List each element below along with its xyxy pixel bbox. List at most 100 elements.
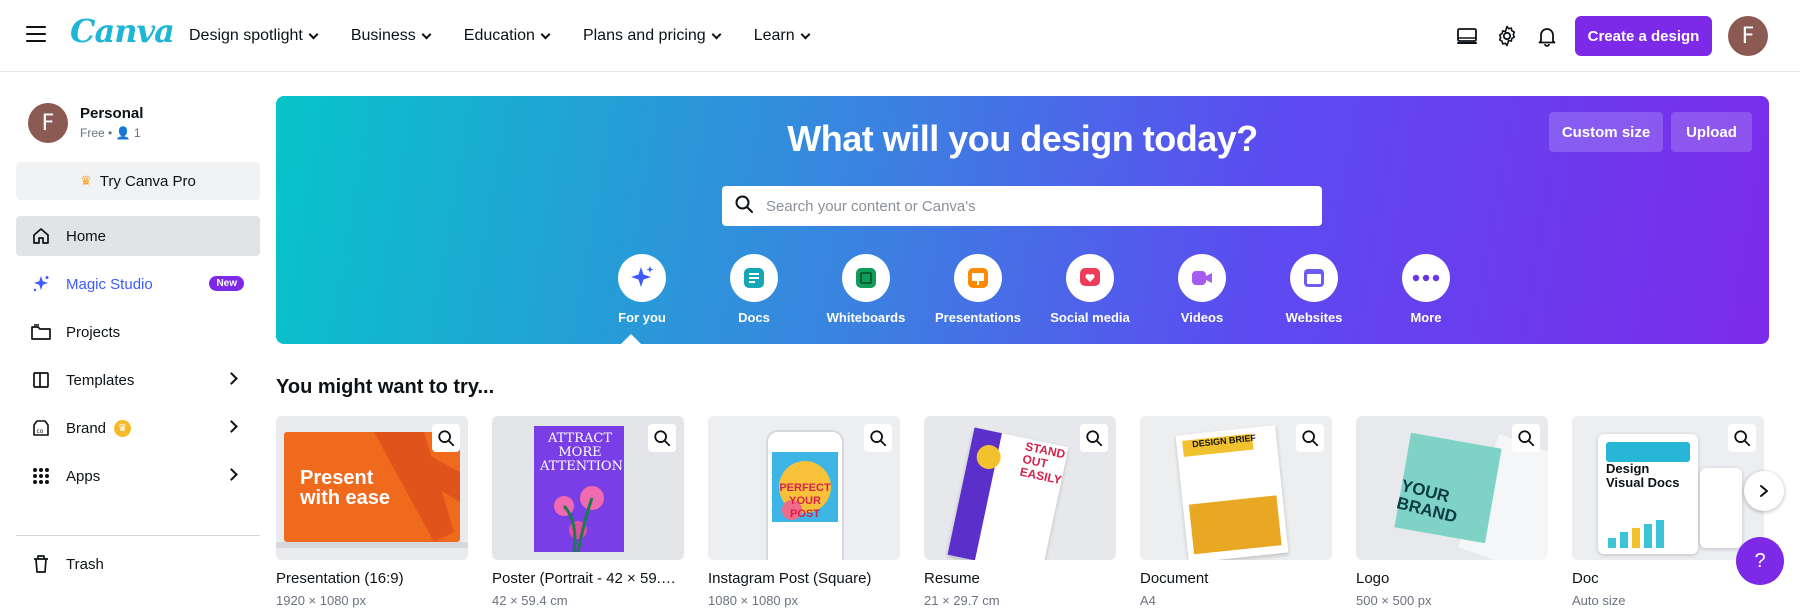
nav-plans-pricing[interactable]: Plans and pricing xyxy=(583,27,736,45)
chevron-right-icon xyxy=(225,468,238,481)
search-icon[interactable] xyxy=(1080,424,1108,452)
desktop-icon[interactable] xyxy=(1455,24,1479,48)
chevron-right-icon xyxy=(1760,485,1768,497)
card-thumbnail[interactable]: STAND OUT EASILY xyxy=(924,416,1116,560)
design-card-presentation[interactable]: Present with ease Presentation (16:9) 19… xyxy=(276,416,468,608)
card-thumbnail[interactable]: DESIGN BRIEF xyxy=(1140,416,1332,560)
whiteboard-icon xyxy=(842,254,890,302)
try-canva-pro-button[interactable]: ♛ Try Canva Pro xyxy=(16,162,260,200)
trash-icon xyxy=(30,553,52,575)
thumb-text: PERFECT YOUR POST xyxy=(779,482,831,520)
category-label: Whiteboards xyxy=(826,310,906,325)
card-title: Document xyxy=(1140,570,1209,587)
account-plan: Free • 👤 1 xyxy=(80,126,141,140)
card-title: Logo xyxy=(1356,570,1390,587)
category-for-you[interactable]: For you xyxy=(586,254,698,325)
design-card-document[interactable]: DESIGN BRIEF Document A4 xyxy=(1140,416,1332,608)
new-badge: New xyxy=(209,276,244,291)
category-label: Docs xyxy=(738,310,770,325)
category-label: Videos xyxy=(1180,310,1224,325)
brand-icon: co xyxy=(30,417,52,439)
sidebar-item-brand[interactable]: co Brand ♛ xyxy=(16,408,260,448)
account-switcher[interactable]: F Personal Free • 👤 1 xyxy=(28,103,143,143)
help-button[interactable]: ? xyxy=(1736,537,1784,585)
nav-education[interactable]: Education xyxy=(464,27,565,45)
sidebar-item-label: Trash xyxy=(66,555,104,573)
search-icon[interactable] xyxy=(864,424,892,452)
nav-design-spotlight[interactable]: Design spotlight xyxy=(189,27,333,45)
card-thumbnail[interactable]: YOUR BRAND xyxy=(1356,416,1548,560)
search-icon[interactable] xyxy=(1512,424,1540,452)
sidebar-item-projects[interactable]: Projects xyxy=(16,312,260,352)
category-docs[interactable]: Docs xyxy=(698,254,810,325)
card-thumbnail[interactable]: PERFECT YOUR POST xyxy=(708,416,900,560)
nav-label: Plans and pricing xyxy=(582,27,706,44)
design-card-doc[interactable]: Design Visual Docs Doc Auto size xyxy=(1572,416,1764,608)
menu-icon[interactable] xyxy=(26,26,46,46)
plan-label: Free xyxy=(80,126,105,140)
bell-icon[interactable] xyxy=(1535,24,1559,48)
card-thumbnail[interactable]: Design Visual Docs xyxy=(1572,416,1764,560)
create-design-button[interactable]: Create a design xyxy=(1575,16,1712,56)
sidebar-item-templates[interactable]: Templates xyxy=(16,360,260,400)
search-icon[interactable] xyxy=(1728,424,1756,452)
sidebar-item-label: Templates xyxy=(66,371,135,389)
upload-button[interactable]: Upload xyxy=(1671,112,1752,152)
chevron-right-icon xyxy=(225,420,238,433)
card-size: 42 × 59.4 cm xyxy=(492,593,568,608)
thumb-text: Present with ease xyxy=(300,467,391,509)
card-size: 1920 × 1080 px xyxy=(276,593,366,608)
design-card-poster[interactable]: ATTRACT MORE ATTENTION Poster (Portrait … xyxy=(492,416,684,608)
category-label: More xyxy=(1410,310,1442,325)
category-more[interactable]: More xyxy=(1370,254,1482,325)
gear-icon[interactable] xyxy=(1495,24,1519,48)
card-size: A4 xyxy=(1140,593,1156,608)
website-icon xyxy=(1290,254,1338,302)
category-social-media[interactable]: Social media xyxy=(1034,254,1146,325)
nav-label: Education xyxy=(463,27,535,44)
design-card-instagram-post[interactable]: PERFECT YOUR POST Instagram Post (Square… xyxy=(708,416,900,608)
custom-size-button[interactable]: Custom size xyxy=(1549,112,1663,152)
chevron-down-icon xyxy=(421,29,432,39)
crown-icon: ♛ xyxy=(80,173,92,188)
design-card-resume[interactable]: STAND OUT EASILY Resume 21 × 29.7 cm xyxy=(924,416,1116,608)
hero-banner: What will you design today? Custom size … xyxy=(276,96,1769,344)
chevron-down-icon xyxy=(800,29,811,39)
sidebar-item-label: Apps xyxy=(66,467,101,485)
sidebar: F Personal Free • 👤 1 ♛ Try Canva Pro Ho… xyxy=(0,73,276,600)
card-size: Auto size xyxy=(1572,593,1626,608)
card-title: Resume xyxy=(924,570,980,587)
sidebar-item-apps[interactable]: Apps xyxy=(16,456,260,496)
search-icon[interactable] xyxy=(432,424,460,452)
crown-icon: ♛ xyxy=(114,419,132,437)
category-whiteboards[interactable]: Whiteboards xyxy=(810,254,922,325)
chevron-down-icon xyxy=(540,29,551,39)
user-avatar[interactable]: F xyxy=(1728,16,1768,56)
sidebar-item-trash[interactable]: Trash xyxy=(16,544,260,584)
card-thumbnail[interactable]: Present with ease xyxy=(276,416,468,560)
nav-learn[interactable]: Learn xyxy=(754,27,825,45)
account-info: Personal Free • 👤 1 xyxy=(80,105,143,143)
main-nav: Design spotlight Business Education Plan… xyxy=(189,0,843,72)
card-title: Doc xyxy=(1572,570,1599,587)
design-card-logo[interactable]: YOUR BRAND Logo 500 × 500 px xyxy=(1356,416,1548,608)
suggestions-title: You might want to try... xyxy=(276,376,495,398)
presentation-icon xyxy=(954,254,1002,302)
category-websites[interactable]: Websites xyxy=(1258,254,1370,325)
sidebar-item-label: Home xyxy=(66,227,107,245)
chevron-down-icon xyxy=(711,29,722,39)
carousel-next-button[interactable] xyxy=(1744,471,1784,511)
sparkle-icon xyxy=(30,273,52,295)
sidebar-item-label: Magic Studio xyxy=(66,275,153,293)
nav-business[interactable]: Business xyxy=(351,27,446,45)
sidebar-item-home[interactable]: Home xyxy=(16,216,260,256)
person-icon: 👤 xyxy=(115,126,131,140)
sidebar-item-magic-studio[interactable]: Magic Studio New xyxy=(16,264,260,304)
search-icon[interactable] xyxy=(648,424,676,452)
canva-logo[interactable]: Canva xyxy=(70,12,175,50)
card-thumbnail[interactable]: ATTRACT MORE ATTENTION xyxy=(492,416,684,560)
category-videos[interactable]: Videos xyxy=(1146,254,1258,325)
search-input[interactable] xyxy=(766,197,1306,215)
category-presentations[interactable]: Presentations xyxy=(922,254,1034,325)
search-icon[interactable] xyxy=(1296,424,1324,452)
